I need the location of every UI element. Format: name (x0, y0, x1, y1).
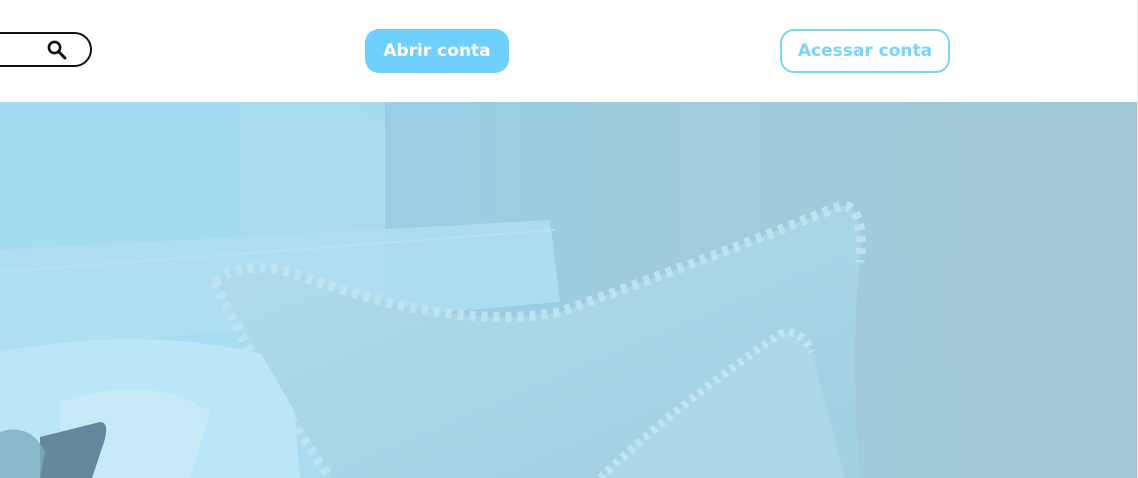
access-account-button[interactable]: Acessar conta (780, 29, 950, 73)
bedroom-pillows-illustration (0, 102, 1137, 478)
search-icon[interactable] (45, 38, 69, 62)
page: Abrir conta Acessar conta (0, 0, 1138, 478)
hero-image (0, 102, 1137, 478)
open-account-button[interactable]: Abrir conta (365, 29, 509, 73)
top-header: Abrir conta Acessar conta (0, 0, 1137, 102)
